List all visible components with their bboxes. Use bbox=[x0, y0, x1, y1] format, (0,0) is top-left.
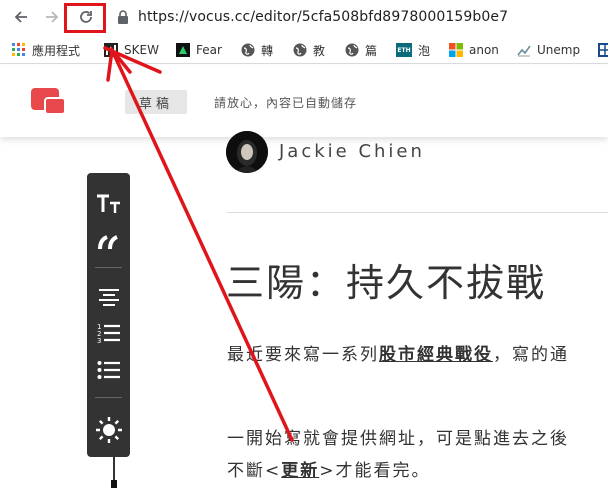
editor-header: 草稿 請放心，內容已自動儲存 bbox=[0, 65, 608, 137]
bullet-list-icon[interactable] bbox=[87, 355, 130, 385]
header-divider bbox=[227, 212, 608, 213]
paragraph-1[interactable]: 最近要來寫一系列股市經典戰役，寫的通 bbox=[227, 340, 569, 365]
paragraph-text: 最近要來寫一系列 bbox=[227, 345, 379, 365]
triangle-icon bbox=[176, 43, 190, 57]
globe-icon bbox=[293, 43, 307, 57]
line-chart-icon bbox=[517, 43, 531, 57]
autosave-status: 請放心，內容已自動儲存 bbox=[214, 96, 358, 110]
grid-icon bbox=[598, 43, 608, 57]
toolbar-separator bbox=[95, 397, 122, 398]
toolbar-separator bbox=[95, 267, 122, 268]
bookmark-label: SKEW bbox=[124, 43, 159, 57]
bookmark-globe-3[interactable]: 篇 bbox=[345, 41, 377, 59]
arrow-left-icon[interactable] bbox=[11, 7, 31, 27]
lock-icon bbox=[118, 10, 128, 24]
bookmark-fear[interactable]: Fear bbox=[176, 41, 222, 59]
quote-icon[interactable] bbox=[87, 227, 130, 257]
bookmark-label: 篇 bbox=[365, 43, 378, 58]
bookmark-apps[interactable]: 應用程式 bbox=[12, 41, 80, 59]
brightness-icon[interactable] bbox=[87, 413, 130, 447]
bookmark-label: 應用程式 bbox=[32, 43, 81, 58]
article-title[interactable]: 三陽：持久不拔戰 bbox=[226, 252, 546, 307]
svg-text:3: 3 bbox=[97, 337, 101, 344]
paragraph-2[interactable]: 一開始寫就會提供網址，可是點進去之後 bbox=[227, 424, 569, 449]
windows-icon bbox=[449, 43, 463, 57]
align-center-icon[interactable] bbox=[87, 283, 130, 311]
bookmark-unemp[interactable]: Unemp bbox=[517, 41, 580, 59]
bookmarks-bar: 應用程式 SKEW Fear 轉 教 篇 ETH 泡 anon Unemp bbox=[0, 34, 608, 64]
bookmark-overflow[interactable] bbox=[598, 41, 608, 59]
apps-grid-icon bbox=[12, 43, 26, 57]
formatting-toolbar: 123 bbox=[87, 173, 130, 457]
draft-status-badge: 草稿 bbox=[125, 90, 187, 114]
paragraph-2-continued[interactable]: 不斷<更新>才能看完。 bbox=[227, 456, 431, 481]
ordered-list-icon[interactable]: 123 bbox=[87, 318, 130, 348]
toolbar-drag-tip bbox=[111, 480, 117, 488]
url-text: https://vocus.cc/editor/5cfa508bfd897800… bbox=[138, 9, 509, 25]
bookmark-label: 轉 bbox=[261, 43, 274, 58]
bookmark-label: anon bbox=[469, 43, 499, 57]
paragraph-text: 不斷< bbox=[227, 461, 282, 481]
paragraph-text: ，寫的通 bbox=[493, 345, 569, 365]
url-field[interactable]: https://vocus.cc/editor/5cfa508bfd897800… bbox=[116, 5, 508, 29]
bar-chart-icon bbox=[104, 43, 118, 57]
reload-highlight-box bbox=[64, 3, 106, 33]
author-name[interactable]: Jackie Chien bbox=[279, 141, 425, 162]
bookmark-eth[interactable]: ETH 泡 bbox=[396, 41, 430, 59]
bookmark-label: Fear bbox=[196, 43, 222, 57]
globe-icon bbox=[345, 43, 359, 57]
text-size-icon[interactable] bbox=[87, 189, 130, 219]
paragraph-text: >才能看完。 bbox=[319, 461, 431, 481]
bookmark-skew[interactable]: SKEW bbox=[104, 41, 159, 59]
bold-underline-text: 更新 bbox=[281, 461, 320, 481]
vocus-logo-icon[interactable] bbox=[31, 88, 66, 115]
bookmark-globe-1[interactable]: 轉 bbox=[241, 41, 273, 59]
author-avatar[interactable] bbox=[226, 131, 268, 173]
bookmark-globe-2[interactable]: 教 bbox=[293, 41, 325, 59]
bookmark-label: Unemp bbox=[537, 43, 581, 57]
bold-underline-text: 股市經典戰役 bbox=[379, 345, 493, 365]
paragraph-text: 一開始寫就會提供網址，可是點進去之後 bbox=[227, 429, 569, 449]
bookmark-label: 泡 bbox=[418, 43, 431, 58]
eth-icon: ETH bbox=[396, 43, 412, 57]
globe-icon bbox=[241, 43, 255, 57]
arrow-right-icon[interactable] bbox=[42, 7, 62, 27]
bookmark-anon[interactable]: anon bbox=[449, 41, 499, 59]
bookmark-label: 教 bbox=[313, 43, 326, 58]
